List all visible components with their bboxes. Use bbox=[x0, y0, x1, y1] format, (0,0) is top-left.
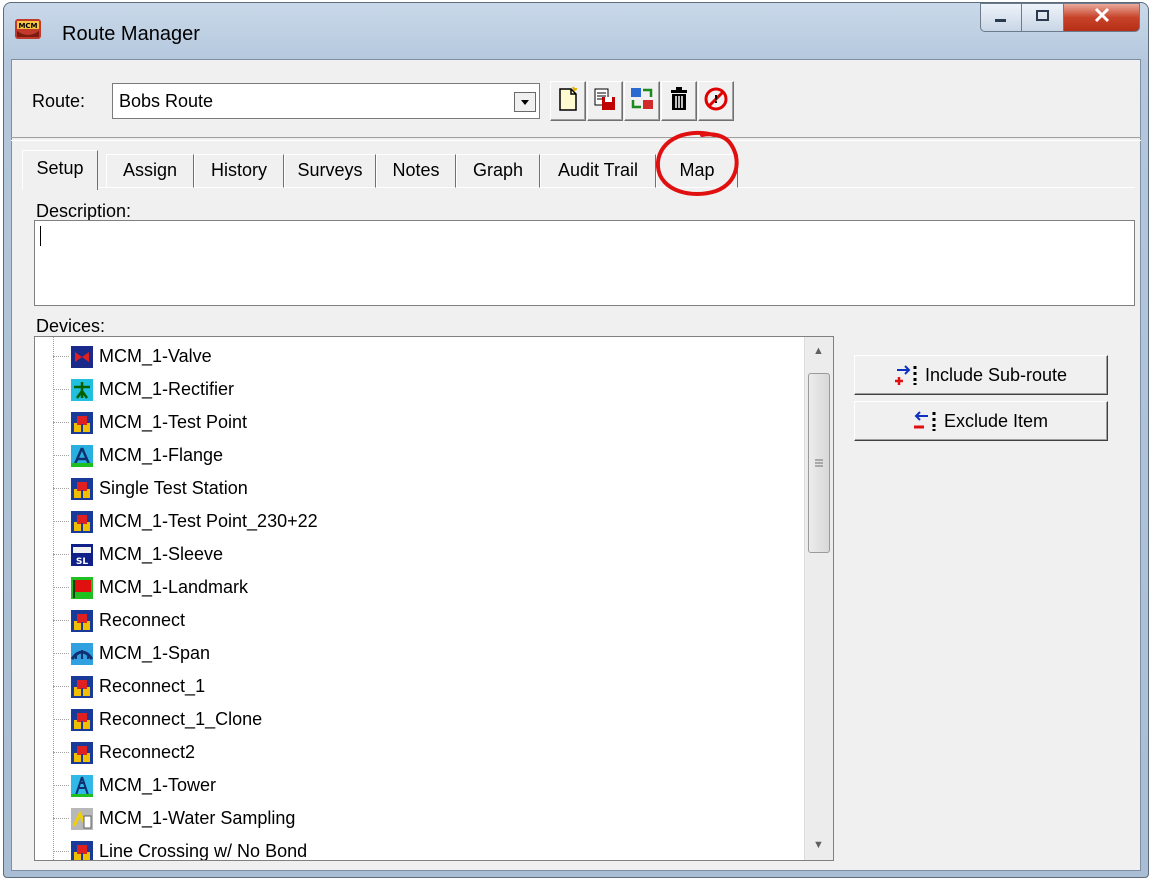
svg-text:!: ! bbox=[713, 93, 718, 106]
svg-text:MCM: MCM bbox=[18, 22, 37, 30]
flange-icon bbox=[71, 444, 93, 467]
device-item[interactable]: MCM_1-Test Point_230+22 bbox=[53, 505, 318, 538]
route-select[interactable]: Bobs Route bbox=[112, 83, 540, 119]
device-item[interactable]: SL MCM_1-Sleeve bbox=[53, 538, 223, 571]
new-route-button[interactable] bbox=[550, 81, 586, 121]
device-item[interactable]: MCM_1-Span bbox=[53, 637, 210, 670]
device-item[interactable]: MCM_1-Water Sampling bbox=[53, 802, 295, 835]
device-item[interactable]: MCM_1-Rectifier bbox=[53, 373, 234, 406]
device-item[interactable]: Reconnect2 bbox=[53, 736, 195, 769]
rectifier-icon bbox=[71, 378, 93, 401]
sleeve-icon: SL bbox=[71, 543, 93, 566]
test-point-icon bbox=[71, 609, 93, 632]
dropdown-arrow-icon[interactable] bbox=[514, 92, 536, 112]
route-manager-window: MCM Route Manager Route: Bobs Route ! Se… bbox=[3, 2, 1149, 878]
devices-tree[interactable]: MCM_1-Valve MCM_1-Rectifier MCM_1-Test P… bbox=[34, 336, 834, 861]
test-point-icon bbox=[71, 411, 93, 434]
exclude-item-label: Exclude Item bbox=[943, 410, 1049, 431]
close-icon bbox=[1093, 7, 1111, 28]
caption-buttons bbox=[980, 3, 1140, 33]
mcm-logo-icon: MCM bbox=[14, 17, 42, 41]
window-title: Route Manager bbox=[62, 23, 200, 45]
route-select-value: Bobs Route bbox=[119, 91, 214, 111]
device-item[interactable]: MCM_1-Landmark bbox=[53, 571, 248, 604]
tab-setup[interactable]: Setup bbox=[22, 150, 98, 190]
maximize-button[interactable] bbox=[1022, 3, 1064, 32]
route-label: Route: bbox=[32, 91, 86, 111]
test-point-icon bbox=[71, 477, 93, 500]
stop-button[interactable]: ! bbox=[698, 81, 734, 121]
assign-route-button[interactable] bbox=[624, 81, 660, 121]
maximize-icon bbox=[1035, 7, 1051, 28]
device-item[interactable]: Line Crossing w/ No Bond bbox=[53, 835, 307, 860]
devices-scrollbar[interactable]: ▲ ▼ bbox=[804, 337, 833, 860]
test-point-icon bbox=[71, 741, 93, 764]
tab-audit-trail[interactable]: Audit Trail bbox=[540, 154, 656, 188]
title-bar[interactable]: MCM Route Manager bbox=[4, 3, 1148, 59]
landmark-flag-icon bbox=[71, 576, 93, 599]
device-item[interactable]: Single Test Station bbox=[53, 472, 248, 505]
devices-label: Devices: bbox=[36, 316, 106, 336]
tab-assign[interactable]: Assign bbox=[106, 154, 194, 188]
no-entry-icon: ! bbox=[703, 86, 729, 117]
scroll-down-icon[interactable]: ▼ bbox=[805, 833, 832, 857]
device-item[interactable]: MCM_1-Tower bbox=[53, 769, 216, 802]
description-label: Description: bbox=[36, 201, 132, 221]
svg-text:SL: SL bbox=[76, 557, 88, 566]
save-route-button[interactable] bbox=[587, 81, 623, 121]
include-sub-route-button[interactable]: Include Sub-route bbox=[854, 355, 1108, 395]
device-item[interactable]: MCM_1-Flange bbox=[53, 439, 223, 472]
tab-notes[interactable]: Notes bbox=[376, 154, 456, 188]
exclude-item-button[interactable]: Exclude Item bbox=[854, 401, 1108, 441]
valve-icon bbox=[71, 345, 93, 368]
water-sampling-icon bbox=[71, 807, 93, 830]
new-document-icon bbox=[556, 86, 580, 117]
test-point-icon bbox=[71, 708, 93, 731]
device-item[interactable]: MCM_1-Test Point bbox=[53, 406, 247, 439]
close-button[interactable] bbox=[1064, 3, 1140, 32]
test-point-icon bbox=[71, 675, 93, 698]
delete-route-button[interactable] bbox=[661, 81, 697, 121]
tab-graph[interactable]: Graph bbox=[456, 154, 540, 188]
trash-icon bbox=[668, 86, 690, 117]
transfer-icon bbox=[629, 86, 655, 117]
text-caret bbox=[40, 226, 41, 246]
exclude-icon bbox=[913, 410, 938, 432]
test-point-icon bbox=[71, 840, 93, 860]
tab-history[interactable]: History bbox=[194, 154, 284, 188]
device-item[interactable]: MCM_1-Valve bbox=[53, 340, 212, 373]
minimize-icon bbox=[993, 7, 1009, 28]
scroll-up-icon[interactable]: ▲ bbox=[805, 339, 832, 363]
include-sub-route-label: Include Sub-route bbox=[924, 364, 1068, 385]
tab-map[interactable]: Map bbox=[656, 154, 738, 188]
minimize-button[interactable] bbox=[980, 3, 1022, 32]
span-icon bbox=[71, 642, 93, 665]
description-textarea[interactable] bbox=[34, 220, 1135, 306]
device-item[interactable]: Reconnect_1 bbox=[53, 670, 205, 703]
device-item[interactable]: Reconnect_1_Clone bbox=[53, 703, 262, 736]
device-item[interactable]: Reconnect bbox=[53, 604, 185, 637]
scroll-thumb[interactable] bbox=[808, 373, 830, 553]
tab-surveys[interactable]: Surveys bbox=[284, 154, 376, 188]
test-point-icon bbox=[71, 510, 93, 533]
include-icon bbox=[894, 364, 919, 386]
save-icon bbox=[592, 86, 618, 117]
tower-icon bbox=[71, 774, 93, 797]
toolbar-separator bbox=[11, 137, 1141, 141]
